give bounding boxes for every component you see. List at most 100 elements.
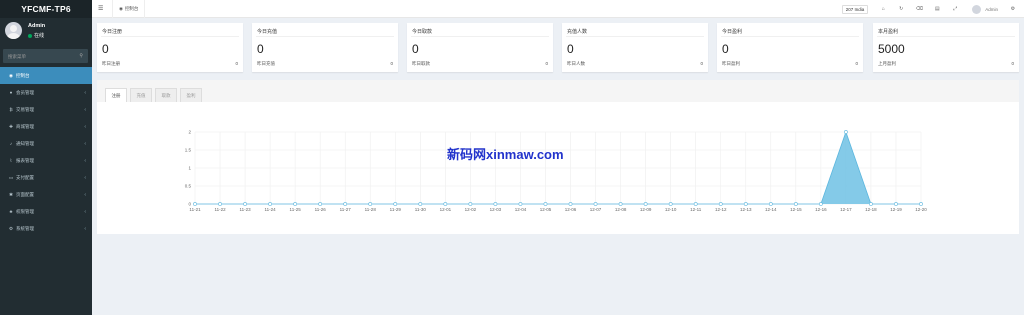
stat-sub-label: 昨日充值 [257, 61, 275, 66]
data-point [468, 202, 473, 206]
sidebar-item-label: 系统管理 [16, 225, 34, 231]
chart-icon: ⌇ [9, 157, 13, 163]
data-point [243, 202, 247, 206]
data-point [593, 202, 598, 206]
x-tick-label: 11-30 [415, 207, 427, 212]
menu-search-input[interactable] [8, 53, 80, 59]
app-logo[interactable]: YFCMF-TP6 [0, 0, 92, 18]
data-point [368, 202, 373, 206]
divider [566, 36, 704, 37]
stats-row: 今日注册 0 昨日注册 0 今日充值 0 昨日充值 0 今日取款 0 昨日取款 0 充值人数 0 昨日人数 0… [97, 23, 1019, 72]
stat-box: 今日充值 0 昨日充值 0 [252, 23, 398, 72]
stat-box: 今日盈利 0 昨日盈利 0 [717, 23, 863, 72]
x-tick-label: 12-10 [665, 207, 677, 212]
trash-icon[interactable]: ⌫ [912, 6, 926, 12]
chevron-left-icon: ‹ [84, 191, 86, 198]
divider [721, 36, 859, 37]
tab-3[interactable]: 盈利 [180, 88, 202, 102]
sidebar-item-2[interactable]: ₿ 交易管理 ‹ [0, 101, 92, 118]
dashboard-icon: ◉ [9, 72, 13, 78]
x-tick-label: 12-01 [440, 207, 452, 212]
data-point [518, 202, 523, 206]
sidebar-item-3[interactable]: ✚ 商城管理 ‹ [0, 118, 92, 135]
data-point [193, 202, 197, 206]
language-select[interactable]: 207 India [841, 4, 869, 14]
stat-value: 0 [722, 42, 729, 56]
y-tick-label: 2 [188, 130, 191, 135]
x-tick-label: 11-25 [290, 207, 302, 212]
stat-value: 5000 [878, 42, 905, 56]
sidebar-menu: ◉ 控制台 ● 会员管理 ‹ ₿ 交易管理 ‹ ✚ 商城管理 ‹ ♪ 通知管理 ‹ ⌇ 报表管理 ‹ ▭ 支付配置 ‹… [0, 67, 92, 237]
stat-title: 今日注册 [102, 29, 123, 35]
sidebar-item-4[interactable]: ♪ 通知管理 ‹ [0, 135, 92, 152]
stat-sub-value: 0 [235, 61, 238, 66]
x-tick-label: 12-03 [490, 207, 502, 212]
stat-sub-value: 0 [855, 61, 858, 66]
watermark-text: 新码网xinmaw.com [447, 147, 564, 162]
chevron-left-icon: ‹ [84, 157, 86, 164]
tab-0[interactable]: 注册 [105, 88, 127, 102]
stat-value: 0 [567, 42, 574, 56]
x-tick-label: 11-26 [315, 207, 327, 212]
y-tick-label: 0.5 [185, 184, 192, 189]
search-icon[interactable]: ⚲ [79, 53, 83, 59]
chart-panel: 注册 充值 取款 盈利 0 0.5 1 1.5 2 11-21 11-22 11-23 11-24 11… [97, 80, 1019, 234]
home-icon[interactable]: ⌂ [876, 6, 890, 12]
refresh-icon[interactable]: ↻ [894, 6, 908, 12]
sidebar-item-6[interactable]: ▭ 支付配置 ‹ [0, 169, 92, 186]
sidebar-toggle-icon[interactable]: ☰ [98, 5, 103, 12]
stat-sub-label: 昨日取款 [412, 61, 430, 66]
x-tick-label: 11-24 [265, 207, 277, 212]
sidebar-item-label: 控制台 [16, 72, 30, 78]
stat-box: 今日取款 0 昨日取款 0 [407, 23, 553, 72]
y-tick-label: 1 [188, 166, 191, 171]
y-tick-label: 0 [188, 202, 191, 207]
data-point [693, 202, 698, 206]
user-panel: Admin 在线 [0, 18, 92, 46]
data-point [843, 130, 848, 134]
tab-2[interactable]: 取款 [155, 88, 177, 102]
stat-value: 0 [412, 42, 419, 56]
x-tick-label: 12-09 [640, 207, 652, 212]
sidebar-search: ⚲ [3, 49, 88, 63]
x-tick-label: 12-14 [765, 207, 777, 212]
admin-menu[interactable]: Admin [972, 4, 998, 14]
data-point [493, 202, 498, 206]
x-tick-label: 11-28 [365, 207, 377, 212]
fullscreen-icon[interactable]: ⤢ [948, 6, 962, 12]
stat-title: 充值人数 [567, 29, 588, 35]
sidebar-item-1[interactable]: ● 会员管理 ‹ [0, 84, 92, 101]
x-tick-label: 12-05 [540, 207, 552, 212]
tab-1[interactable]: 充值 [130, 88, 152, 102]
data-point [793, 202, 798, 206]
chevron-left-icon: ‹ [84, 174, 86, 181]
stat-box: 充值人数 0 昨日人数 0 [562, 23, 708, 72]
stat-value: 0 [257, 42, 264, 56]
admin-label: Admin [985, 6, 998, 12]
x-tick-label: 11-23 [239, 207, 251, 212]
sidebar-item-9[interactable]: ⚙ 系统管理 ‹ [0, 220, 92, 237]
divider [411, 36, 549, 37]
stat-value: 0 [102, 42, 109, 56]
sidebar-item-label: 通知管理 [16, 140, 34, 146]
x-tick-label: 12-17 [840, 207, 852, 212]
divider [101, 36, 239, 37]
chevron-left-icon: ‹ [84, 106, 86, 113]
data-point [568, 202, 573, 206]
sidebar-item-0[interactable]: ◉ 控制台 [0, 67, 92, 84]
chevron-left-icon: ‹ [84, 208, 86, 215]
sidebar-item-label: 报表管理 [16, 157, 34, 163]
settings-icon[interactable]: ⚙ [1006, 6, 1020, 12]
translate-icon[interactable]: ▤ [930, 6, 944, 12]
chevron-left-icon: ‹ [84, 140, 86, 147]
sidebar: YFCMF-TP6 Admin 在线 ⚲ ◉控制台●会员管理‹₿交易管理‹✚商城… [0, 0, 92, 315]
sidebar-item-7[interactable]: ✱ 页面配置 ‹ [0, 186, 92, 203]
data-point [718, 202, 723, 206]
tab-dashboard[interactable]: ◉ 控制台 [112, 0, 146, 18]
x-tick-label: 12-11 [690, 207, 702, 212]
sidebar-item-5[interactable]: ⌇ 报表管理 ‹ [0, 152, 92, 169]
sidebar-item-label: 权限管理 [16, 208, 34, 214]
stat-title: 今日取款 [412, 29, 433, 35]
sidebar-item-8[interactable]: ♣ 权限管理 ‹ [0, 203, 92, 220]
divider [877, 36, 1015, 37]
